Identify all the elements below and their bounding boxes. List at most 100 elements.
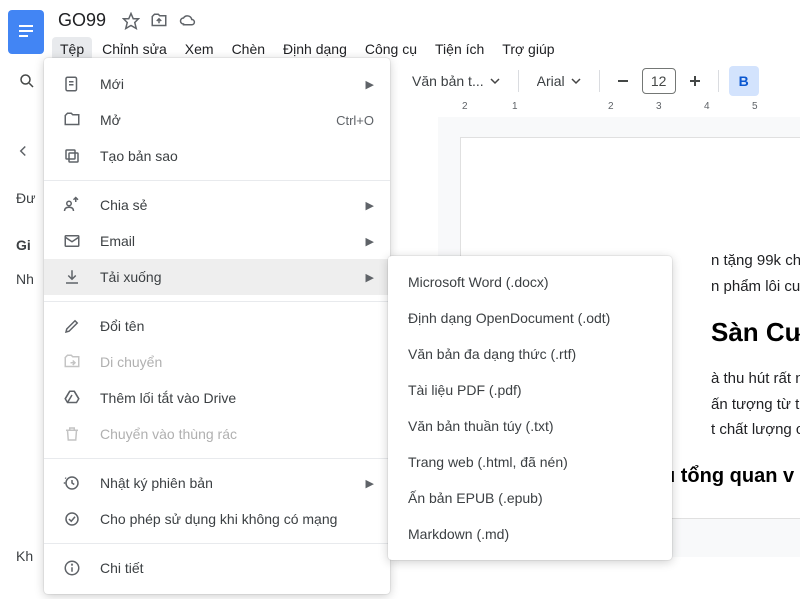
docs-logo-icon[interactable] [8, 10, 44, 54]
ruler-mark: 4 [704, 101, 710, 112]
outline-sidebar: Đư Gi Nh Kh [0, 142, 44, 586]
file-menu-item[interactable]: Mới▶ [44, 66, 390, 102]
move-icon [60, 353, 84, 371]
download-format-item[interactable]: Văn bản thuần túy (.txt) [388, 408, 672, 444]
star-icon[interactable] [122, 12, 140, 30]
font-size-decrease[interactable] [610, 70, 636, 92]
download-format-item[interactable]: Định dạng OpenDocument (.odt) [388, 300, 672, 336]
file-menu-item[interactable]: Đổi tên [44, 308, 390, 344]
menu-separator [44, 543, 390, 544]
font-family-label: Arial [537, 73, 565, 89]
ruler-mark: 5 [752, 101, 758, 112]
toolbar-separator [518, 70, 519, 92]
download-format-item[interactable]: Microsoft Word (.docx) [388, 264, 672, 300]
bold-button[interactable]: B [729, 66, 759, 96]
download-format-item[interactable]: Văn bản đa dạng thức (.rtf) [388, 336, 672, 372]
menu-shortcut: Ctrl+O [336, 113, 374, 128]
menu-separator [44, 301, 390, 302]
history-icon [60, 474, 84, 492]
paragraph-style-select[interactable]: Văn bản t... [404, 69, 508, 93]
doc-body-text[interactable]: n tặng 99k cho [711, 252, 800, 269]
submenu-arrow-icon: ▶ [366, 271, 374, 284]
menu-item-label: Cho phép sử dụng khi không có mạng [100, 511, 374, 527]
menu-extensions[interactable]: Tiện ích [427, 37, 492, 61]
toolbar-separator [599, 70, 600, 92]
menu-item-label: Chuyển vào thùng rác [100, 426, 374, 442]
download-format-item[interactable]: Ấn bản EPUB (.epub) [388, 480, 672, 516]
outline-item[interactable]: Đư [16, 190, 35, 206]
menu-item-label: Email [100, 233, 366, 249]
submenu-arrow-icon: ▶ [366, 235, 374, 248]
doc-body-text[interactable]: t chất lượng củ [711, 421, 800, 438]
plus-doc-icon [60, 75, 84, 93]
file-menu-item: Di chuyển [44, 344, 390, 380]
font-size-increase[interactable] [682, 70, 708, 92]
doc-body-text[interactable]: n phẩm lôi cuốn [711, 278, 800, 295]
file-menu-item[interactable]: Thêm lối tắt vào Drive [44, 380, 390, 416]
outline-item[interactable]: Nh [16, 271, 34, 287]
ruler-mark: 2 [608, 101, 614, 112]
trash-icon [60, 425, 84, 443]
offline-icon [60, 510, 84, 528]
menu-separator [44, 458, 390, 459]
cloud-status-icon[interactable] [178, 12, 198, 30]
pencil-icon [60, 317, 84, 335]
search-menus-button[interactable] [12, 68, 42, 94]
chevron-down-icon [571, 76, 581, 86]
folder-icon [60, 111, 84, 129]
file-menu-item: Chuyển vào thùng rác [44, 416, 390, 452]
menu-item-label: Chi tiết [100, 560, 374, 576]
download-format-item[interactable]: Trang web (.html, đã nén) [388, 444, 672, 480]
menu-item-label: Chia sẻ [100, 197, 366, 213]
download-format-item[interactable]: Markdown (.md) [388, 516, 672, 552]
info-icon [60, 559, 84, 577]
share-icon [60, 196, 84, 214]
submenu-arrow-icon: ▶ [366, 477, 374, 490]
file-menu-item[interactable]: Nhật ký phiên bản▶ [44, 465, 390, 501]
ruler-mark: 2 [462, 101, 468, 112]
font-size-input[interactable]: 12 [642, 68, 676, 94]
menu-item-label: Nhật ký phiên bản [100, 475, 366, 491]
ruler[interactable]: 2 1 2 3 4 5 [438, 101, 800, 117]
submenu-arrow-icon: ▶ [366, 199, 374, 212]
file-menu-item[interactable]: Chi tiết [44, 550, 390, 586]
file-menu-item[interactable]: Cho phép sử dụng khi không có mạng [44, 501, 390, 537]
file-menu-item[interactable]: Chia sẻ▶ [44, 187, 390, 223]
menu-separator [44, 180, 390, 181]
file-menu-item[interactable]: Tải xuống▶ [44, 259, 390, 295]
download-submenu: Microsoft Word (.docx)Định dạng OpenDocu… [388, 256, 672, 560]
move-icon[interactable] [150, 12, 168, 30]
drive-icon [60, 389, 84, 407]
document-title[interactable]: GO99 [52, 8, 112, 33]
menu-item-label: Mới [100, 76, 366, 92]
chevron-down-icon [490, 76, 500, 86]
menu-item-label: Đổi tên [100, 318, 374, 334]
menu-item-label: Mở [100, 112, 336, 128]
file-menu-item[interactable]: Tạo bản sao [44, 138, 390, 174]
file-menu-item[interactable]: MởCtrl+O [44, 102, 390, 138]
outline-item[interactable]: Gi [16, 237, 31, 253]
menu-item-label: Di chuyển [100, 354, 374, 370]
menu-item-label: Tạo bản sao [100, 148, 374, 164]
copy-icon [60, 147, 84, 165]
download-icon [60, 268, 84, 286]
doc-heading[interactable]: Sàn Cược [711, 317, 800, 348]
ruler-mark: 3 [656, 101, 662, 112]
doc-body-text[interactable]: à thu hút rất nhi [711, 370, 800, 387]
collapse-outline-icon[interactable] [14, 142, 32, 160]
paragraph-style-label: Văn bản t... [412, 73, 484, 89]
doc-body-text[interactable]: ấn tượng từ thi [711, 396, 800, 413]
download-format-item[interactable]: Tài liệu PDF (.pdf) [388, 372, 672, 408]
file-menu-item[interactable]: Email▶ [44, 223, 390, 259]
file-menu-dropdown: Mới▶MởCtrl+OTạo bản saoChia sẻ▶Email▶Tải… [44, 58, 390, 594]
app-header: GO99 Tệp Chỉnh sửa Xem Chèn Định dạng Cô… [0, 0, 800, 61]
font-family-select[interactable]: Arial [529, 69, 589, 93]
menu-help[interactable]: Trợ giúp [494, 37, 562, 61]
ruler-mark: 1 [512, 101, 518, 112]
menubar: Tệp Chỉnh sửa Xem Chèn Định dạng Công cụ… [52, 33, 563, 61]
menu-item-label: Tải xuống [100, 269, 366, 285]
toolbar-separator [718, 70, 719, 92]
submenu-arrow-icon: ▶ [366, 78, 374, 91]
menu-item-label: Thêm lối tắt vào Drive [100, 390, 374, 406]
outline-item[interactable]: Kh [16, 548, 33, 564]
